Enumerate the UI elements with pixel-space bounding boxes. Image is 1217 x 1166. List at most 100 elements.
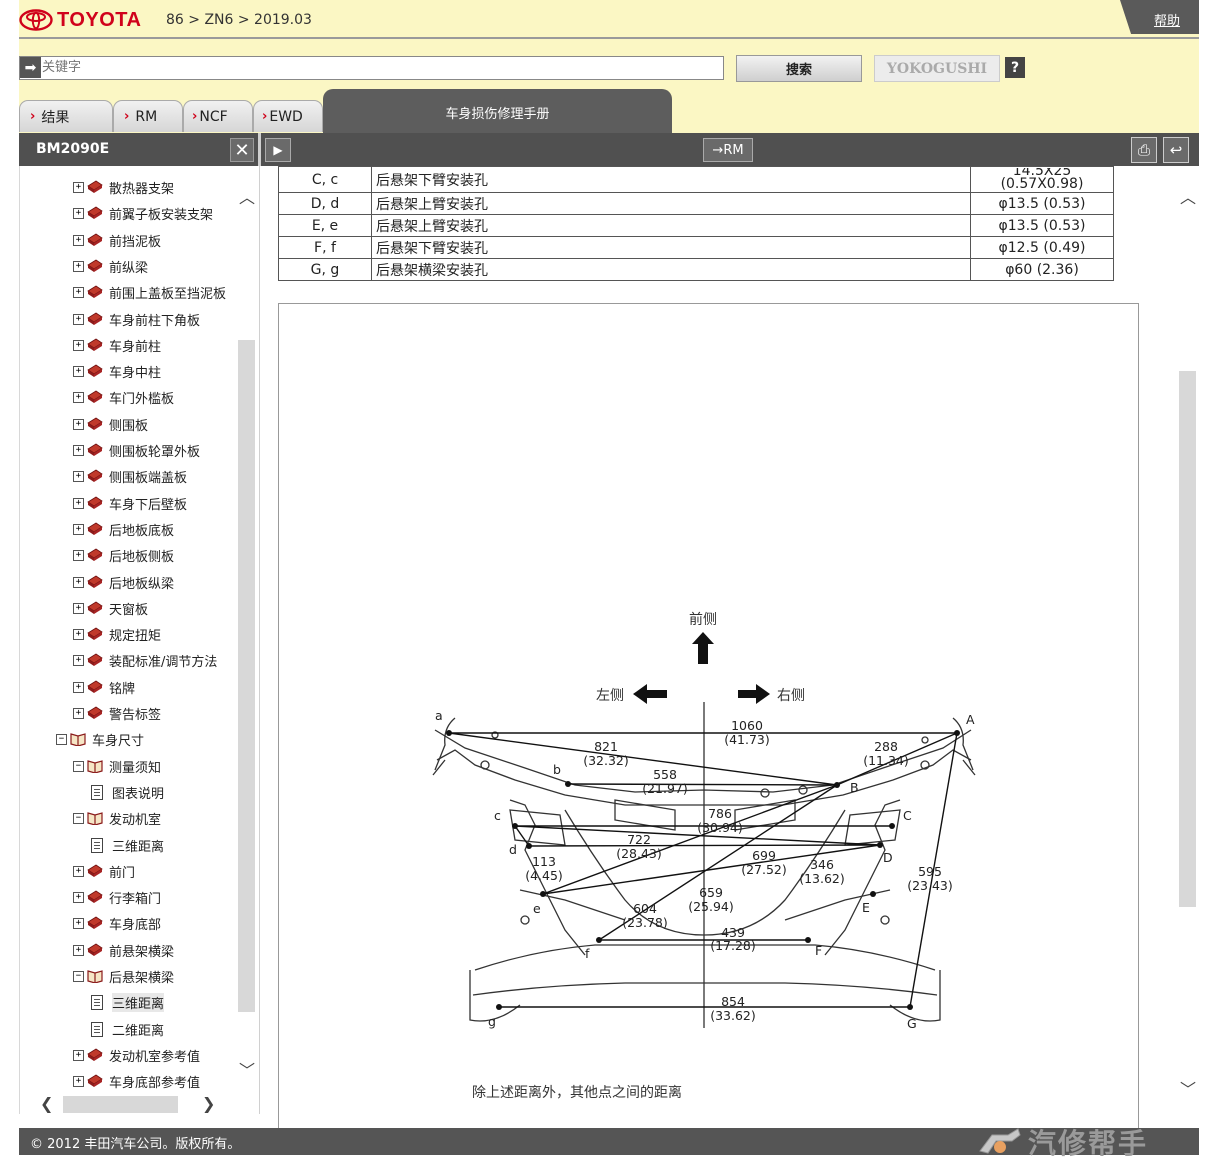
dimension-mm: 346 (810, 857, 834, 872)
expand-icon[interactable]: + (73, 365, 84, 377)
panel-splitter[interactable] (258, 133, 261, 166)
tree-item[interactable]: − 测量须知 (73, 755, 161, 777)
collapse-icon[interactable]: − (73, 812, 84, 824)
expand-icon[interactable]: + (73, 339, 84, 351)
expand-icon[interactable]: + (73, 654, 84, 666)
tree-item-label: 发动机室参考值 (109, 1049, 201, 1065)
tree-item[interactable]: + 规定扭矩 (73, 623, 161, 645)
tree-item[interactable]: + 后地板纵梁 (73, 571, 174, 593)
tab-ncf[interactable]: › NCF (183, 100, 253, 132)
chevron-down-icon[interactable]: ﹀ (1180, 1076, 1196, 1100)
chevron-up-icon[interactable]: ︿ (1180, 184, 1196, 208)
chevron-up-icon[interactable]: ︿ (239, 184, 255, 208)
expand-icon[interactable]: + (73, 917, 84, 929)
tree-item[interactable]: + 侧围板轮罩外板 (73, 439, 200, 461)
close-icon[interactable]: ✕ (230, 138, 254, 162)
tab-results[interactable]: › 结果 (19, 100, 113, 132)
tree-item[interactable]: + 前围上盖板至挡泥板 (73, 281, 226, 303)
tree-item[interactable]: + 车身底部 (73, 912, 161, 934)
tab-ewd[interactable]: › EWD (253, 100, 323, 132)
tree-item[interactable]: + 铭牌 (73, 676, 135, 698)
tree-item[interactable]: + 车身中柱 (73, 360, 161, 382)
tree-item[interactable]: + 车身下后壁板 (73, 492, 187, 514)
tree-item[interactable]: + 散热器支架 (73, 176, 174, 198)
expand-icon[interactable]: + (73, 444, 84, 456)
tab-body-repair-manual[interactable]: 车身损伤修理手册 (323, 89, 672, 133)
point-label: f (585, 946, 590, 961)
tree-item[interactable]: 图表说明 (91, 781, 164, 803)
tree-item[interactable]: + 侧围板 (73, 413, 148, 435)
expand-icon[interactable]: + (73, 891, 84, 903)
tree-item[interactable]: + 前门 (73, 860, 135, 882)
print-icon[interactable]: ⎙ (1131, 137, 1157, 163)
expand-icon[interactable]: + (73, 944, 84, 956)
expand-icon[interactable]: + (73, 681, 84, 693)
tree-item[interactable]: + 后地板侧板 (73, 544, 174, 566)
tree-item[interactable]: 三维距离 (91, 991, 165, 1013)
dimension-in: (41.73) (724, 732, 770, 747)
expand-icon[interactable]: + (73, 497, 84, 509)
expand-icon[interactable]: + (73, 523, 84, 535)
expand-icon[interactable]: + (73, 418, 84, 430)
question-icon[interactable]: ? (1005, 57, 1025, 78)
tree-item[interactable]: 二维距离 (91, 1018, 164, 1040)
expand-icon[interactable]: + (73, 1049, 84, 1061)
tree-item[interactable]: + 车身前柱下角板 (73, 308, 200, 330)
content-scroll-thumb[interactable] (1179, 371, 1196, 907)
tree-item[interactable]: + 前挡泥板 (73, 229, 161, 251)
tree-item[interactable]: + 车身底部参考值 (73, 1070, 200, 1092)
tab-rm[interactable]: › RM (113, 100, 183, 132)
tree-item[interactable]: 三维距离 (91, 834, 164, 856)
tree-item[interactable]: + 前翼子板安装支架 (73, 202, 213, 224)
chevron-down-icon[interactable]: ﹀ (239, 1057, 255, 1081)
expand-icon[interactable]: + (73, 602, 84, 614)
expand-icon[interactable]: + (73, 391, 84, 403)
expand-icon[interactable]: + (73, 576, 84, 588)
search-button[interactable]: 搜索 (736, 55, 862, 82)
expand-icon[interactable]: + (73, 470, 84, 482)
tree-item[interactable]: + 车门外槛板 (73, 386, 174, 408)
tree-item[interactable]: + 侧围板端盖板 (73, 465, 187, 487)
chevron-left-icon[interactable]: ❮ (40, 1094, 53, 1113)
collapse-icon[interactable]: − (73, 970, 84, 982)
tree-item[interactable]: + 装配标准/调节方法 (73, 649, 217, 671)
table-row: C, c 后悬架下臂安装孔 14.5X25 (0.57X0.98) (278, 166, 1114, 193)
play-icon[interactable]: ▶ (265, 138, 291, 162)
tree-item[interactable]: + 车身前柱 (73, 334, 161, 356)
expand-icon[interactable]: + (73, 549, 84, 561)
expand-icon[interactable]: + (73, 207, 84, 219)
tree-item[interactable]: + 前悬架横梁 (73, 939, 174, 961)
tree-item[interactable]: + 前纵梁 (73, 255, 148, 277)
expand-icon[interactable]: + (73, 628, 84, 640)
chevron-right-icon[interactable]: ❯ (202, 1094, 215, 1113)
tree-item[interactable]: + 行李箱门 (73, 886, 161, 908)
expand-icon[interactable]: + (73, 234, 84, 246)
search-input[interactable] (42, 57, 720, 77)
goto-rm-button[interactable]: →RM (703, 138, 753, 162)
point-label: c (494, 808, 501, 823)
tree-item[interactable]: − 发动机室 (73, 807, 161, 829)
expand-icon[interactable]: + (73, 260, 84, 272)
sidebar-hscroll-thumb[interactable] (63, 1096, 178, 1113)
tree-item[interactable]: + 天窗板 (73, 597, 148, 619)
expand-icon[interactable]: + (73, 707, 84, 719)
tree-item[interactable]: + 发动机室参考值 (73, 1044, 200, 1066)
tree-item[interactable]: + 后地板底板 (73, 518, 174, 540)
expand-icon[interactable]: + (73, 865, 84, 877)
expand-icon[interactable]: + (73, 313, 84, 325)
book-icon (87, 417, 103, 430)
expand-icon[interactable]: + (73, 181, 84, 193)
yokogushi-button[interactable]: YOKOGUSHI (874, 55, 1000, 82)
collapse-icon[interactable]: − (73, 760, 84, 772)
collapse-icon[interactable]: − (56, 733, 67, 745)
expand-icon[interactable]: + (73, 1075, 84, 1087)
dimension-in: (23.43) (907, 878, 953, 893)
expand-icon[interactable]: + (73, 286, 84, 298)
sidebar-scroll-thumb[interactable] (238, 340, 255, 1012)
return-icon[interactable]: ↩ (1163, 137, 1189, 163)
tree-item[interactable]: − 后悬架横梁 (73, 965, 174, 987)
tree-item[interactable]: + 警告标签 (73, 702, 161, 724)
help-link[interactable]: 帮助 (1154, 10, 1180, 29)
tree-item[interactable]: − 车身尺寸 (56, 728, 144, 750)
dimension-mm: 699 (752, 848, 776, 863)
